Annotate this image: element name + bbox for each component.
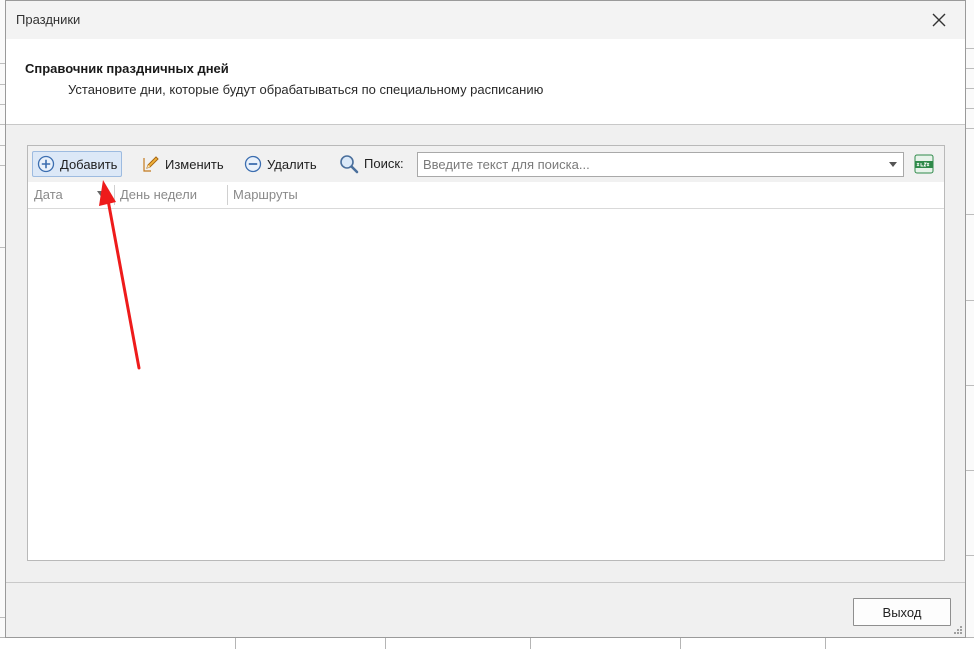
grid-column-header: Дата День недели Маршруты [28,182,944,209]
header-panel: Справочник праздничных дней Установите д… [6,39,965,125]
edit-button-label: Изменить [165,156,224,172]
minus-circle-icon [244,155,262,173]
delete-button-label: Удалить [267,156,317,172]
delete-button[interactable]: Удалить [240,151,321,177]
plus-circle-icon [37,155,55,173]
column-date-label: Дата [34,187,63,202]
resize-grip-icon[interactable] [953,625,963,635]
close-icon [932,13,946,27]
title-bar[interactable]: Праздники [6,1,965,39]
header-title: Справочник праздничных дней [25,61,229,76]
column-routes[interactable]: Маршруты [227,182,427,208]
magnifier-icon [340,155,359,174]
grid-rows-area[interactable] [28,209,944,560]
sort-desc-icon [97,191,107,198]
exit-button[interactable]: Выход [853,598,951,626]
window-title: Праздники [16,12,81,27]
holidays-dialog: Праздники Справочник праздничных дней Ус… [5,0,966,638]
add-button-label: Добавить [60,156,118,172]
chevron-down-icon [889,162,897,167]
footer-divider [6,582,965,583]
search-input[interactable] [418,153,878,176]
grid-toolbar: Добавить Изменить Удалить Поиск: Введите… [28,146,944,182]
header-subtitle: Установите дни, которые будут обрабатыва… [68,82,544,97]
holidays-grid-panel: Добавить Изменить Удалить Поиск: Введите… [27,145,945,561]
add-button[interactable]: Добавить [32,151,123,177]
xlsx-export-icon [914,154,934,174]
search-dropdown-button[interactable] [885,153,901,176]
export-xlsx-button[interactable] [913,154,935,174]
column-weekday[interactable]: День недели [114,182,226,208]
background-window-right [966,0,974,649]
edit-button[interactable]: Изменить [138,151,228,177]
column-routes-label: Маршруты [233,187,298,202]
close-button[interactable] [927,8,951,32]
column-weekday-label: День недели [120,187,197,202]
search-field[interactable] [417,152,904,177]
search-label: Поиск: [364,156,404,171]
background-window-bottom [0,637,974,649]
pencil-icon [143,156,159,172]
